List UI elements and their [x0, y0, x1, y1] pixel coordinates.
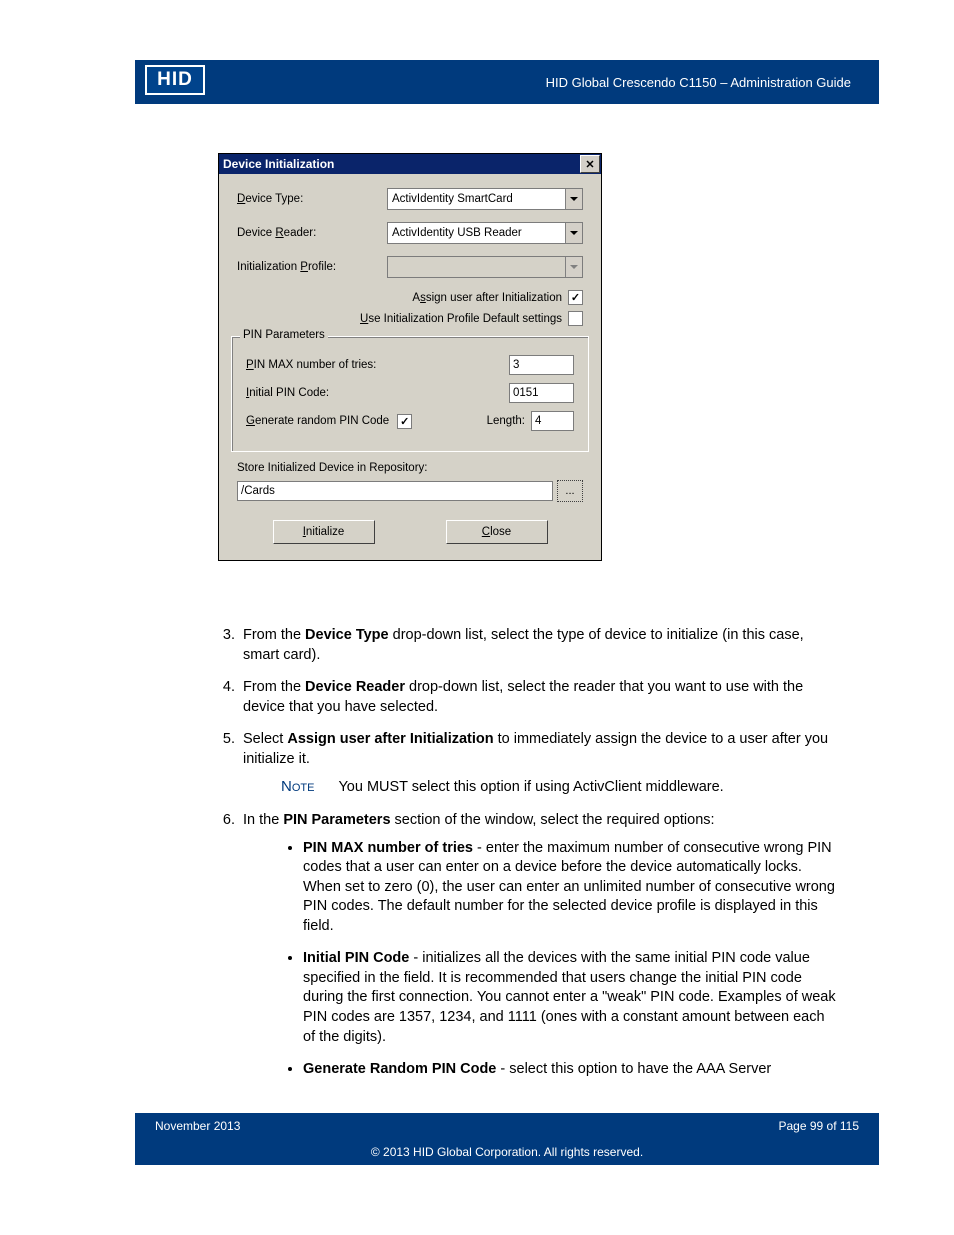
chevron-down-icon[interactable]	[565, 223, 582, 243]
init-profile-combo	[387, 256, 583, 278]
store-label: Store Initialized Device in Repository:	[237, 462, 583, 474]
document-page: HID Global Crescendo C1150 – Administrat…	[0, 0, 954, 1235]
initialize-button[interactable]: Initialize	[273, 520, 375, 544]
device-reader-combo[interactable]: ActivIdentity USB Reader	[387, 222, 583, 244]
note-text: You MUST select this option if using Act…	[338, 779, 723, 795]
pin-params-legend: PIN Parameters	[240, 329, 328, 341]
device-type-value: ActivIdentity SmartCard	[388, 193, 513, 205]
hid-logo: HID	[145, 65, 205, 95]
list-item: Initial PIN Code - initializes all the d…	[303, 949, 839, 1047]
gen-random-checkbox[interactable]: ✓	[397, 414, 412, 429]
page-footer-top: November 2013 Page 99 of 115	[135, 1113, 879, 1139]
browse-button[interactable]: ...	[557, 480, 583, 502]
dialog-body: Device Type: ActivIdentity SmartCard Dev…	[219, 174, 601, 560]
dialog-title: Device Initialization	[223, 157, 334, 171]
footer-copyright: © 2013 HID Global Corporation. All right…	[371, 1145, 643, 1159]
document-content: From the Device Type drop-down list, sel…	[205, 620, 839, 1093]
initial-pin-label: Initial PIN Code:	[246, 387, 509, 399]
page-header: HID Global Crescendo C1150 – Administrat…	[135, 60, 879, 104]
initial-pin-input[interactable]: 0151	[509, 383, 574, 403]
dialog-titlebar: Device Initialization ✕	[219, 154, 601, 174]
list-item: PIN MAX number of tries - enter the maxi…	[303, 839, 839, 937]
footer-date: November 2013	[155, 1119, 240, 1133]
length-label: Length:	[487, 415, 525, 427]
device-reader-value: ActivIdentity USB Reader	[388, 227, 522, 239]
list-item: Generate Random PIN Code - select this o…	[303, 1060, 839, 1080]
note-label: Note	[281, 778, 314, 795]
store-path-input[interactable]: /Cards	[237, 481, 553, 501]
use-defaults-checkbox[interactable]	[568, 311, 583, 326]
use-defaults-label: Use Initialization Profile Default setti…	[360, 313, 562, 325]
device-type-combo[interactable]: ActivIdentity SmartCard	[387, 188, 583, 210]
list-item: Select Assign user after Initialization …	[239, 730, 839, 798]
doc-title: HID Global Crescendo C1150 – Administrat…	[546, 75, 851, 90]
init-profile-label: Initialization Profile:	[237, 261, 387, 273]
note-block: Note You MUST select this option if using…	[281, 777, 839, 798]
assign-user-checkbox[interactable]: ✓	[568, 290, 583, 305]
chevron-down-icon[interactable]	[565, 189, 582, 209]
device-type-label: Device Type:	[237, 193, 387, 205]
length-input[interactable]: 4	[531, 411, 574, 431]
list-item: From the Device Reader drop-down list, s…	[239, 678, 839, 717]
assign-user-label: Assign user after Initialization	[412, 292, 562, 304]
close-button[interactable]: Close	[446, 520, 548, 544]
gen-random-label: Generate random PIN Code	[246, 415, 389, 427]
list-item: In the PIN Parameters section of the win…	[239, 811, 839, 1080]
list-item: From the Device Type drop-down list, sel…	[239, 626, 839, 665]
pin-max-label: PIN MAX number of tries:	[246, 359, 509, 371]
close-icon[interactable]: ✕	[580, 155, 600, 173]
device-reader-label: Device Reader:	[237, 227, 387, 239]
pin-max-input[interactable]: 3	[509, 355, 574, 375]
device-init-dialog: Device Initialization ✕ Device Type: Act…	[218, 153, 602, 561]
footer-page: Page 99 of 115	[778, 1119, 859, 1133]
page-footer-bottom: © 2013 HID Global Corporation. All right…	[135, 1139, 879, 1165]
chevron-down-icon	[565, 257, 582, 277]
pin-parameters-group: PIN Parameters PIN MAX number of tries: …	[231, 336, 589, 452]
